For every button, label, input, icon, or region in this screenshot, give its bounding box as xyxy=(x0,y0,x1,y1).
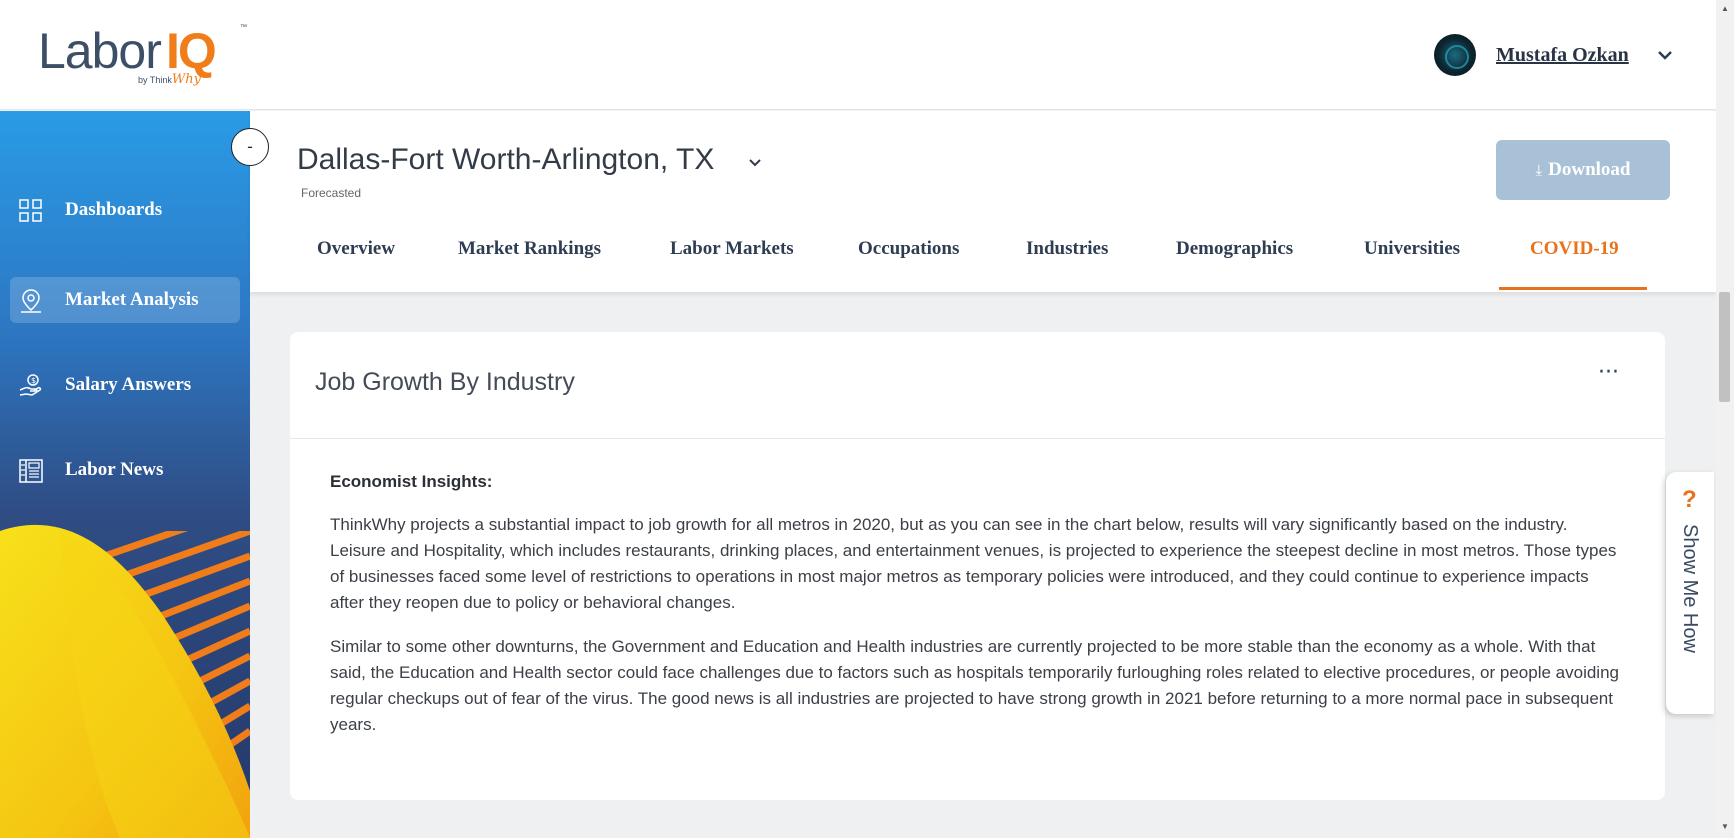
economist-insights-label: Economist Insights: xyxy=(330,472,493,491)
more-options-icon[interactable]: ··· xyxy=(1598,362,1628,390)
grid-icon xyxy=(19,199,42,222)
card-title: Job Growth By Industry xyxy=(315,368,575,396)
salary-hand-icon: $ xyxy=(19,374,42,396)
tab-demographics[interactable]: Demographics xyxy=(1176,228,1293,292)
location-subtitle: Forecasted xyxy=(301,186,362,200)
scrollbar-thumb[interactable] xyxy=(1719,292,1730,402)
insight-paragraph: ThinkWhy projects a substantial impact t… xyxy=(330,515,1617,612)
show-me-how-tab[interactable]: ? Show Me How xyxy=(1666,472,1714,714)
sidebar-item-label: Labor News xyxy=(65,459,164,480)
download-button[interactable]: ⤓ Download xyxy=(1496,140,1670,200)
svg-text:$: $ xyxy=(31,376,36,385)
location-title[interactable]: Dallas-Fort Worth-Arlington, TX xyxy=(297,143,714,177)
logo-byline: by ThinkWhy xyxy=(138,72,201,87)
logo-trademark: ™ xyxy=(240,24,247,31)
user-name-link[interactable]: Mustafa Ozkan xyxy=(1496,44,1629,67)
market-tabs: Overview Market Rankings Labor Markets O… xyxy=(250,228,1716,292)
sidebar-item-labor-news[interactable]: Labor News xyxy=(10,447,240,493)
tab-occupations[interactable]: Occupations xyxy=(858,228,959,292)
tab-universities[interactable]: Universities xyxy=(1364,228,1460,292)
newspaper-icon xyxy=(19,459,43,483)
logo-by-text: by Think xyxy=(138,75,172,85)
sidebar-item-market-analysis[interactable]: Market Analysis xyxy=(10,277,240,323)
logo-why-text: Why xyxy=(171,72,201,87)
card-header: Job Growth By Industry ··· xyxy=(290,332,1665,439)
download-label: Download xyxy=(1548,159,1631,180)
tab-market-rankings[interactable]: Market Rankings xyxy=(458,228,601,292)
tab-industries[interactable]: Industries xyxy=(1026,228,1108,292)
map-pin-icon xyxy=(21,289,41,313)
tab-labor-markets[interactable]: Labor Markets xyxy=(670,228,794,292)
tab-overview[interactable]: Overview xyxy=(317,228,395,292)
sidebar-item-label: Market Analysis xyxy=(65,289,199,310)
chevron-down-icon[interactable] xyxy=(746,153,764,171)
sidebar-collapse-button[interactable]: - xyxy=(231,128,269,166)
laboriq-logo[interactable]: Labor IQ ™ by ThinkWhy xyxy=(38,22,247,88)
active-tab-indicator xyxy=(1499,287,1647,290)
sidebar-item-salary-answers[interactable]: $ Salary Answers xyxy=(10,362,240,408)
download-icon: ⤓ xyxy=(1535,161,1543,179)
chevron-down-icon[interactable] xyxy=(1654,44,1676,66)
job-growth-card: Job Growth By Industry ··· Economist Ins… xyxy=(290,332,1665,800)
scroll-up-arrow-icon[interactable]: ▲ xyxy=(1720,4,1730,14)
top-header: Labor IQ ™ by ThinkWhy Mustafa Ozkan xyxy=(0,0,1716,110)
insight-paragraph: Similar to some other downturns, the Gov… xyxy=(330,637,1619,734)
tab-covid-19[interactable]: COVID-19 xyxy=(1530,228,1619,292)
avatar[interactable] xyxy=(1434,34,1476,76)
sidebar: Dashboards Market Analysis $ Salary Answ… xyxy=(0,111,250,838)
help-question-icon: ? xyxy=(1682,486,1697,513)
scroll-down-arrow-icon[interactable]: ▼ xyxy=(1720,822,1730,832)
sidebar-item-dashboards[interactable]: Dashboards xyxy=(10,187,240,233)
sidebar-item-label: Dashboards xyxy=(65,199,163,220)
show-me-how-label: Show Me How xyxy=(1679,524,1701,653)
sidebar-item-label: Salary Answers xyxy=(65,374,192,395)
page-scrollbar[interactable]: ▲ ▼ xyxy=(1716,0,1734,838)
